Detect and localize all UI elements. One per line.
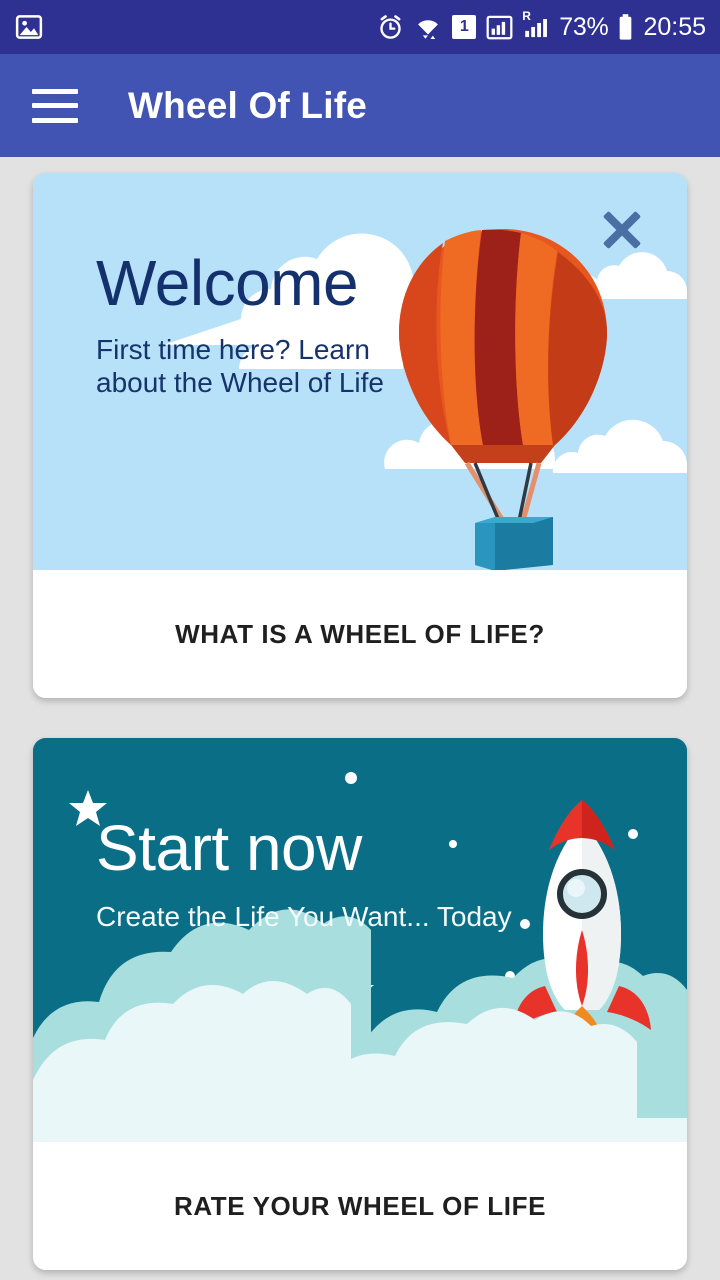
- start-now-text-block: Start now Create the Life You Want... To…: [96, 816, 512, 933]
- app-bar: Wheel Of Life: [0, 54, 720, 157]
- sim-badge: 1: [452, 15, 477, 39]
- welcome-hero: Welcome First time here? Learn about the…: [33, 173, 687, 570]
- start-now-card[interactable]: Start now Create the Life You Want... To…: [33, 738, 687, 1270]
- card-action-label: RATE YOUR WHEEL OF LIFE: [173, 1190, 547, 1221]
- hamburger-line: [32, 103, 78, 108]
- close-icon[interactable]: [595, 199, 649, 253]
- roaming-label: R: [522, 8, 531, 23]
- welcome-text-block: Welcome First time here? Learn about the…: [96, 251, 426, 399]
- roaming-signal-icon: R: [522, 10, 550, 41]
- what-is-wheel-of-life-button[interactable]: WHAT IS A WHEEL OF LIFE?: [33, 570, 687, 698]
- welcome-card[interactable]: Welcome First time here? Learn about the…: [33, 173, 687, 698]
- start-now-title: Start now: [96, 812, 362, 884]
- welcome-title: Welcome: [96, 247, 359, 319]
- wifi-icon: [418, 19, 439, 39]
- rate-wheel-of-life-button[interactable]: RATE YOUR WHEEL OF LIFE: [33, 1142, 687, 1270]
- battery-icon: [620, 14, 632, 40]
- image-icon: [15, 15, 43, 39]
- status-bar: 1 R 73% 20:55: [0, 0, 720, 54]
- battery-percent: 73%: [559, 12, 609, 41]
- card-list: Welcome First time here? Learn about the…: [0, 157, 720, 1270]
- start-now-subtitle: Create the Life You Want... Today: [96, 901, 512, 932]
- page-title: Wheel Of Life: [128, 84, 367, 126]
- clock: 20:55: [643, 12, 706, 41]
- status-bar-indicators: 1 R 73% 20:55: [377, 10, 706, 41]
- status-bar-notifications: [14, 12, 44, 42]
- hamburger-line: [32, 117, 78, 123]
- signal-icon: [486, 15, 513, 39]
- hamburger-menu-icon[interactable]: [32, 88, 78, 123]
- hamburger-line: [32, 88, 78, 94]
- rocket-launch-illustration: [33, 738, 687, 1142]
- card-action-label: WHAT IS A WHEEL OF LIFE?: [175, 618, 545, 649]
- welcome-subtitle: First time here? Learn about the Wheel o…: [96, 334, 384, 399]
- start-now-hero: Start now Create the Life You Want... To…: [33, 738, 687, 1142]
- alarm-icon: [380, 14, 401, 39]
